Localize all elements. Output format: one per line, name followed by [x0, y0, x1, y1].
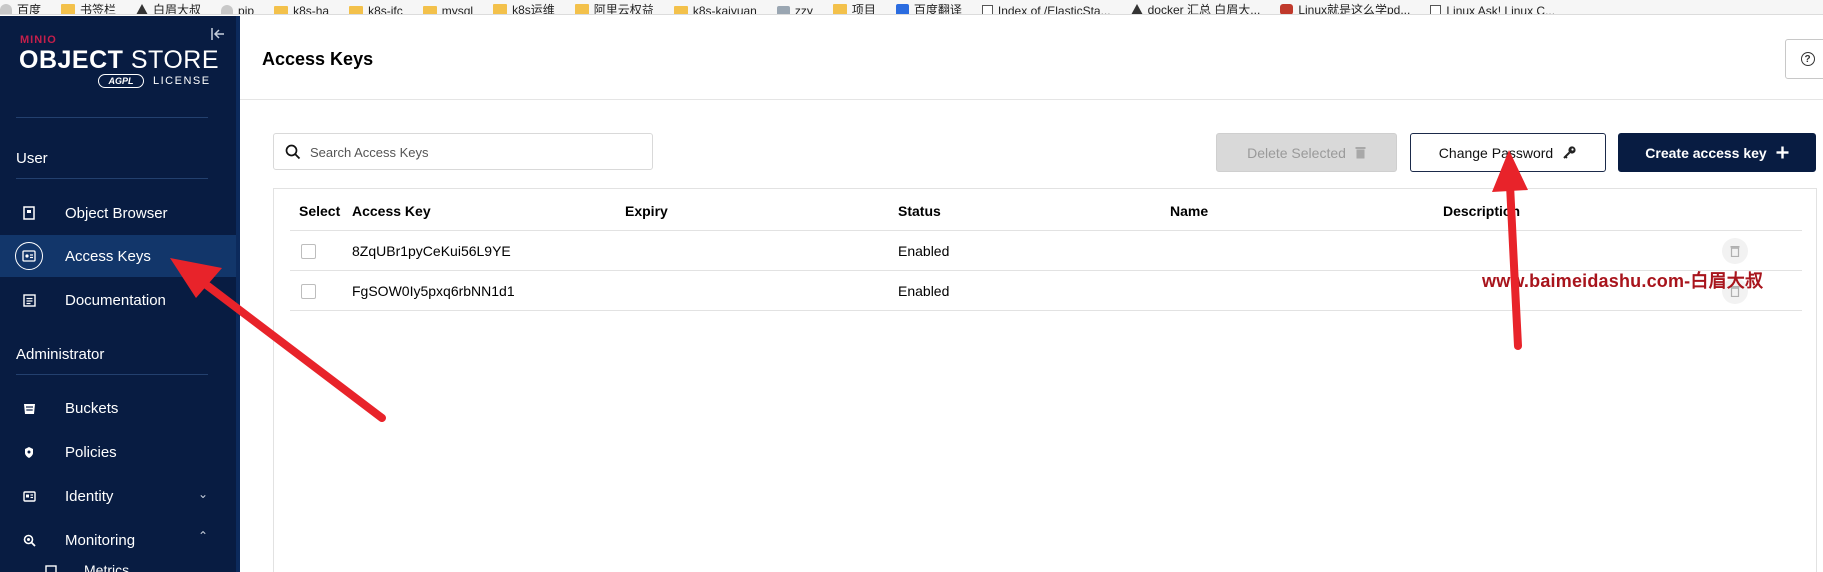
folder-icon	[274, 5, 289, 14]
column-header-status[interactable]: Status	[898, 203, 941, 219]
agpl-badge: AGPL	[98, 74, 144, 88]
sidebar-item-identity[interactable]: Identity ⌄	[0, 475, 236, 517]
folder-icon	[61, 4, 76, 14]
folder-icon	[673, 5, 688, 14]
help-button[interactable]: ?	[1785, 39, 1823, 79]
bookmark-project[interactable]: 项目	[832, 1, 876, 14]
column-header-select[interactable]: Select	[299, 203, 340, 219]
row-select-checkbox[interactable]	[301, 244, 316, 259]
key-icon	[1563, 146, 1576, 159]
sidebar-divider	[16, 178, 208, 179]
search-icon	[285, 144, 301, 160]
delete-selected-button[interactable]: Delete Selected	[1216, 133, 1397, 172]
help-icon: ?	[1800, 52, 1815, 66]
triangle-icon	[1130, 4, 1143, 14]
column-header-expiry[interactable]: Expiry	[625, 203, 668, 219]
folder-icon	[574, 4, 589, 14]
folder-icon	[349, 5, 364, 14]
trash-icon	[1355, 147, 1366, 159]
sidebar-item-object-browser[interactable]: Object Browser	[0, 192, 236, 234]
buckets-icon	[22, 401, 36, 415]
table-row[interactable]: 8ZqUBr1pyCeKui56L9YE Enabled	[290, 231, 1802, 271]
create-access-key-button[interactable]: Create access key	[1618, 133, 1816, 172]
policies-icon	[22, 445, 36, 459]
sidebar-item-documentation[interactable]: Documentation	[0, 279, 236, 321]
collapse-sidebar-icon[interactable]	[211, 28, 225, 40]
identity-icon	[22, 489, 36, 503]
red-icon	[1280, 4, 1294, 14]
monitoring-icon	[22, 533, 36, 547]
bookmark-elastic[interactable]: Index of /ElasticSta...	[981, 4, 1111, 14]
bookmark-k8s-jfc[interactable]: k8s-jfc	[349, 4, 403, 14]
sidebar-item-metrics[interactable]: Metrics	[0, 560, 236, 572]
row-select-checkbox[interactable]	[301, 284, 316, 299]
sidebar-divider	[16, 117, 208, 118]
grey-icon	[776, 5, 790, 14]
status-cell: Enabled	[898, 243, 950, 259]
search-input[interactable]	[310, 142, 640, 162]
translate-icon	[895, 3, 909, 14]
object-browser-icon	[22, 206, 36, 220]
delete-row-icon[interactable]	[1722, 238, 1748, 264]
access-keys-icon	[15, 242, 43, 270]
logo-license: LICENSE	[153, 75, 211, 87]
chevron-down-icon[interactable]: ⌄	[198, 487, 208, 501]
access-key-cell: FgSOW0Iy5pxq6rbNN1d1	[352, 283, 515, 299]
sidebar-divider	[16, 374, 208, 375]
page-header: Access Keys ?	[240, 16, 1823, 100]
access-key-cell: 8ZqUBr1pyCeKui56L9YE	[352, 243, 511, 259]
watermark-text: www.baimeidashu.com-白眉大叔	[1482, 271, 1764, 291]
metrics-icon	[44, 564, 58, 572]
plus-icon	[1776, 146, 1789, 159]
bookmark-k8s-ha[interactable]: k8s-ha	[274, 4, 329, 14]
bookmark-pip[interactable]: pip	[221, 4, 254, 14]
bookmark-docker[interactable]: docker 汇总 白眉大...	[1130, 1, 1260, 14]
folder-icon	[422, 5, 437, 14]
column-header-description[interactable]: Description	[1443, 203, 1520, 219]
bookmark-k8s-ops[interactable]: k8s运维	[493, 1, 555, 14]
user-section-heading: User	[16, 150, 48, 167]
bookmark-folder[interactable]: 书签栏	[61, 1, 116, 14]
folder-icon	[493, 4, 508, 14]
paw-icon	[0, 3, 12, 14]
sidebar: MINIO OBJECT STORE AGPL LICENSE User Obj…	[0, 16, 240, 572]
documentation-icon	[22, 293, 36, 307]
administrator-section-heading: Administrator	[16, 346, 105, 363]
bookmarks-bar: 百度 书签栏 白眉大叔 pip k8s-ha k8s-jfc mysql k8s…	[0, 0, 1823, 15]
bookmark-baimeidashu[interactable]: 白眉大叔	[136, 1, 201, 14]
status-cell: Enabled	[898, 283, 950, 299]
document-icon	[1430, 5, 1442, 14]
triangle-icon	[136, 4, 149, 14]
bookmark-mysql[interactable]: mysql	[422, 4, 473, 14]
sidebar-item-policies[interactable]: Policies	[0, 431, 236, 473]
bookmark-baidu-translate[interactable]: 百度翻译	[895, 1, 962, 14]
bookmark-linux-pdf[interactable]: Linux就是这么学pd...	[1280, 1, 1410, 14]
ghost-icon	[221, 5, 234, 14]
bookmark-aliyun[interactable]: 阿里云权益	[574, 1, 654, 14]
document-icon	[981, 5, 993, 14]
logo-brand: MINIO	[20, 34, 57, 46]
bookmark-linux-ask[interactable]: Linux Ask! Linux C...	[1430, 4, 1555, 14]
sidebar-item-monitoring[interactable]: Monitoring ⌃	[0, 519, 236, 561]
folder-icon	[832, 4, 847, 14]
sidebar-item-access-keys[interactable]: Access Keys	[0, 235, 236, 277]
sidebar-item-buckets[interactable]: Buckets	[0, 387, 236, 429]
chevron-up-icon[interactable]: ⌃	[198, 529, 208, 543]
column-header-name[interactable]: Name	[1170, 203, 1208, 219]
bookmark-baidu[interactable]: 百度	[0, 1, 41, 14]
table-header: Select Access Key Expiry Status Name Des…	[290, 189, 1802, 231]
logo-product: OBJECT STORE	[19, 46, 220, 74]
change-password-button[interactable]: Change Password	[1410, 133, 1606, 172]
column-header-access-key[interactable]: Access Key	[352, 203, 431, 219]
access-keys-table: Select Access Key Expiry Status Name Des…	[273, 188, 1817, 572]
search-field[interactable]	[273, 133, 653, 170]
page-title: Access Keys	[262, 49, 374, 69]
bookmark-zzy[interactable]: zzy	[776, 4, 813, 14]
bookmark-k8s-kaiyuan[interactable]: k8s-kaiyuan	[673, 4, 757, 14]
